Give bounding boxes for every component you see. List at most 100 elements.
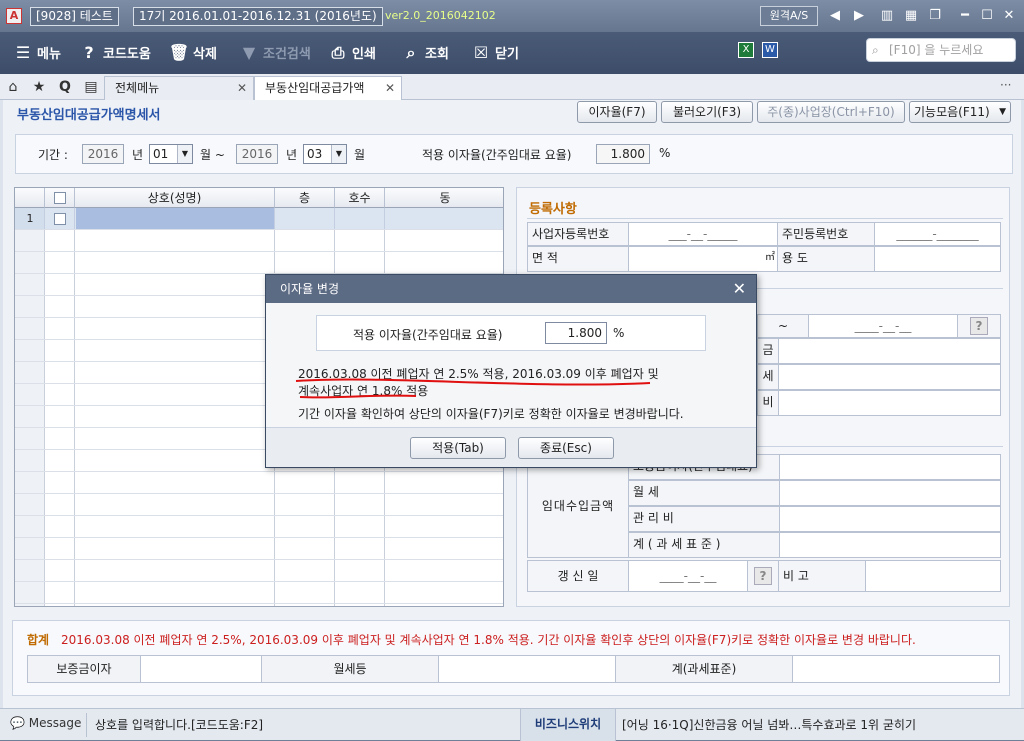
biz-no-input[interactable]: ___-__-_____ xyxy=(628,222,778,246)
tilde-label: ~ xyxy=(757,314,809,338)
apply-button[interactable]: 적용(Tab) xyxy=(410,437,506,459)
condition-search-button[interactable]: ▼ 조건검색 xyxy=(238,40,311,66)
row-input[interactable] xyxy=(778,338,1001,364)
totals-total-value xyxy=(792,655,1000,683)
load-button[interactable]: 불러오기(F3) xyxy=(661,101,753,123)
forward-arrow-icon[interactable]: ▶ xyxy=(850,7,868,25)
to-year-input[interactable]: 2016 xyxy=(236,144,278,164)
name-cell[interactable] xyxy=(76,208,274,229)
rate-display: 1.800 xyxy=(596,144,650,164)
code-help-button[interactable]: ? 코드도움 xyxy=(78,40,150,66)
rate-label: 적용 이자율(간주임대료 요율) xyxy=(422,148,572,162)
area-label: 면 적 xyxy=(527,246,629,272)
help-question-icon[interactable]: ? xyxy=(754,567,772,585)
status-bar: 💬 Message 상호를 입력합니다.[코드도움:F2] 비즈니스위치 [어닝… xyxy=(0,708,1024,741)
remarks-label: 비 고 xyxy=(778,560,866,592)
star-icon[interactable]: ★ xyxy=(28,74,50,100)
grid-header-rownum xyxy=(15,188,45,208)
menu-search-input[interactable]: ⌕ [F10] 을 누르세요 xyxy=(866,38,1016,62)
usage-input[interactable] xyxy=(874,246,1001,272)
row-input[interactable] xyxy=(778,390,1001,416)
monthly-rent-input[interactable] xyxy=(779,480,1001,506)
minimize-icon[interactable]: ━ xyxy=(956,7,974,25)
tab-real-estate-rental[interactable]: 부동산임대공급가액 ✕ xyxy=(254,76,402,100)
exit-button[interactable]: 종료(Esc) xyxy=(518,437,614,459)
chevron-down-icon: ▼ xyxy=(177,145,192,163)
totals-monthly-value xyxy=(438,655,616,683)
word-icon[interactable]: W xyxy=(762,42,778,58)
percent-unit: % xyxy=(659,146,671,160)
from-month-select[interactable]: 01 ▼ xyxy=(149,144,193,164)
area-input[interactable]: ㎡ xyxy=(628,246,778,272)
main-biz-button[interactable]: 주(종)사업장(Ctrl+F10) xyxy=(757,101,905,123)
menu-board-icon[interactable]: ▤ xyxy=(80,74,102,100)
table-row[interactable] xyxy=(15,560,503,582)
totals-label: 합계 xyxy=(27,633,50,647)
tab-all-menu[interactable]: 전체메뉴 ✕ xyxy=(104,76,254,100)
period-label: 기간 : xyxy=(38,148,68,162)
biz-switch-label[interactable]: 비즈니스위치 xyxy=(520,709,616,741)
trash-icon: 🗑 xyxy=(168,43,190,62)
table-row[interactable] xyxy=(15,582,503,604)
help-question-icon[interactable]: ? xyxy=(970,317,988,335)
year-unit: 년 xyxy=(132,148,144,162)
search-doc-icon: ⌕ xyxy=(406,43,416,62)
filter-icon: ▼ xyxy=(242,43,256,62)
close-button[interactable]: ☒ 닫기 xyxy=(470,40,519,66)
row-checkbox[interactable] xyxy=(54,213,66,225)
menu-button[interactable]: ☰ 메뉴 xyxy=(12,40,61,66)
window-layout-icon[interactable]: ❐ xyxy=(926,7,944,25)
to-month-select[interactable]: 03 ▼ xyxy=(303,144,347,164)
renewal-date-input[interactable]: ____-__-__ xyxy=(628,560,748,592)
year-unit: 년 xyxy=(286,148,298,162)
back-arrow-icon[interactable]: ◀ xyxy=(826,7,844,25)
totals-box: 합계 2016.03.08 이전 폐업자 연 2.5%, 2016.03.09 … xyxy=(12,620,1010,696)
fiscal-period-selector[interactable]: 17기 2016.01.01-2016.12.31 (2016년도) xyxy=(133,7,383,26)
home-icon[interactable]: ⌂ xyxy=(2,74,24,100)
grid-header-check xyxy=(45,188,75,208)
chevron-down-icon: ▼ xyxy=(999,107,1006,117)
row-label-fragment: 금 xyxy=(757,338,779,364)
book-icon[interactable]: ▥ xyxy=(878,7,896,25)
rate-button[interactable]: 이자율(F7) xyxy=(577,101,657,123)
table-row[interactable] xyxy=(15,516,503,538)
remarks-input[interactable] xyxy=(865,560,1001,592)
close-tab-icon[interactable]: ✕ xyxy=(385,77,395,99)
table-row[interactable] xyxy=(15,538,503,560)
grid-header-building: 동 xyxy=(385,188,503,208)
grid-view-icon[interactable]: ▦ xyxy=(902,7,920,25)
excel-icon[interactable]: X xyxy=(738,42,754,58)
company-selector[interactable]: [9028] 테스트 xyxy=(30,7,119,26)
divider xyxy=(527,218,1003,219)
deposit-interest-input[interactable] xyxy=(779,454,1001,480)
close-tab-icon[interactable]: ✕ xyxy=(237,77,247,99)
delete-button[interactable]: 🗑 삭제 xyxy=(168,40,217,66)
table-row[interactable]: 1 xyxy=(15,208,503,230)
functions-button[interactable]: 기능모음(F11) ▼ xyxy=(909,101,1011,123)
news-ticker[interactable]: [어닝 16·1Q]신한금융 어닐 넘봐…특수효과로 1위 굳히기 xyxy=(622,716,916,733)
quick-search-icon[interactable]: Q xyxy=(54,74,76,100)
message-tab[interactable]: 💬 Message xyxy=(10,716,81,730)
close-window-icon[interactable]: ✕ xyxy=(1000,7,1018,25)
more-icon[interactable]: ··· xyxy=(1000,78,1011,92)
print-button[interactable]: ⎙ 인쇄 xyxy=(327,40,376,66)
select-all-checkbox[interactable] xyxy=(53,192,66,204)
table-row[interactable] xyxy=(15,494,503,516)
row-input[interactable] xyxy=(778,364,1001,390)
from-year-input[interactable]: 2016 xyxy=(82,144,124,164)
table-row[interactable] xyxy=(15,252,503,274)
question-icon: ? xyxy=(84,43,94,62)
maximize-icon[interactable]: ☐ xyxy=(978,7,996,25)
remote-support-button[interactable]: 원격A/S xyxy=(760,6,818,26)
month-unit: 월 ~ xyxy=(200,148,225,162)
end-date-input[interactable]: ____-__-__ xyxy=(808,314,958,338)
lookup-button[interactable]: ⌕ 조회 xyxy=(400,40,449,66)
totals-header-total: 계(과세표준) xyxy=(615,655,793,683)
table-row[interactable] xyxy=(15,472,503,494)
mgmt-fee-input[interactable] xyxy=(779,506,1001,532)
table-row[interactable] xyxy=(15,230,503,252)
grid-header-floor: 층 xyxy=(275,188,335,208)
app-icon: A xyxy=(6,8,22,24)
hamburger-icon: ☰ xyxy=(15,43,31,62)
resident-no-input[interactable]: ______-_______ xyxy=(874,222,1001,246)
